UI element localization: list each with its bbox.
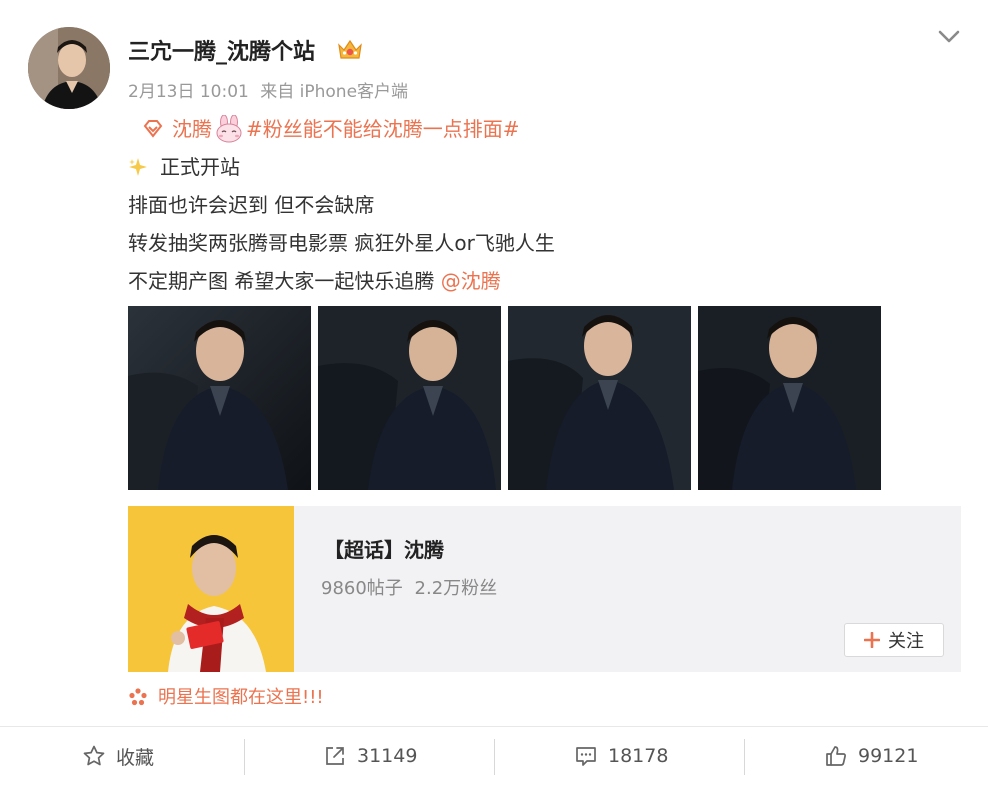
- chevron-down-icon[interactable]: [936, 26, 962, 46]
- photo-thumbnail-1[interactable]: [128, 306, 311, 490]
- super-topic-thumbnail: [128, 506, 294, 672]
- photo-thumbnail-4[interactable]: [698, 306, 881, 490]
- favorite-label: 收藏: [116, 746, 155, 769]
- repost-icon: [326, 747, 344, 765]
- comment-button[interactable]: 18178: [574, 727, 668, 785]
- flower-icon: [129, 688, 147, 706]
- photo-thumbnail-3[interactable]: [508, 306, 691, 490]
- thumbs-up-icon: [826, 746, 846, 766]
- post-line-2: 排面也许会迟到 但不会缺席: [128, 186, 958, 224]
- star-photos-link[interactable]: 明星生图都在这里!!!: [128, 683, 324, 709]
- action-bar: 收藏 31149 18178 99121: [0, 727, 988, 785]
- super-topic-diamond-icon: [143, 119, 163, 138]
- plus-icon: [864, 632, 880, 648]
- post-source: 来自 iPhone客户端: [260, 82, 409, 102]
- repost-button[interactable]: 31149: [323, 727, 417, 785]
- topic-link[interactable]: 沈腾: [172, 117, 212, 141]
- post-line-4: 不定期产图 希望大家一起快乐追腾 @沈腾: [128, 262, 958, 300]
- repost-count: 31149: [357, 745, 418, 767]
- post-text-line-4: 不定期产图 希望大家一起快乐追腾: [128, 269, 441, 293]
- post-text-line-3: 转发抽奖两张腾哥电影票 疯狂外星人or飞驰人生: [128, 231, 555, 255]
- topic-hashtag[interactable]: #粉丝能不能给沈腾一点排面#: [246, 117, 520, 141]
- post-line-1: 正式开站: [128, 148, 958, 186]
- action-separator: [244, 739, 245, 775]
- sparkle-icon: [129, 157, 147, 176]
- follow-label: 关注: [888, 631, 924, 652]
- username[interactable]: 三宂一腾_沈腾个站: [128, 34, 315, 66]
- vip-crown-icon[interactable]: [336, 36, 364, 64]
- like-button[interactable]: 99121: [824, 727, 918, 785]
- star-photos-text: 明星生图都在这里!!!: [158, 687, 324, 708]
- super-topic-card[interactable]: 【超话】沈腾 9860帖子 2.2万粉丝 关注: [128, 506, 961, 672]
- avatar[interactable]: [28, 27, 110, 109]
- topic-line: 沈腾 #粉丝能不能给沈腾一点排面#: [128, 110, 958, 148]
- photo-grid: [128, 306, 888, 490]
- post-date[interactable]: 2月13日 10:01: [128, 82, 249, 102]
- star-outline-icon: [83, 745, 105, 766]
- action-separator: [744, 739, 745, 775]
- bunny-emoji-icon: [216, 114, 242, 142]
- post-line-3: 转发抽奖两张腾哥电影票 疯狂外星人or飞驰人生: [128, 224, 958, 262]
- comment-count: 18178: [608, 745, 669, 767]
- super-topic-stats: 9860帖子 2.2万粉丝: [321, 574, 497, 600]
- super-topic-title[interactable]: 【超话】沈腾: [324, 534, 444, 563]
- follow-button[interactable]: 关注: [844, 623, 944, 657]
- comment-icon: [576, 747, 596, 766]
- like-count: 99121: [858, 745, 919, 767]
- action-separator: [494, 739, 495, 775]
- super-topic-posts: 9860帖子: [321, 578, 403, 599]
- super-topic-fans: 2.2万粉丝: [414, 578, 498, 599]
- post-text-line-2: 排面也许会迟到 但不会缺席: [128, 193, 375, 217]
- post-content: 沈腾 #粉丝能不能给沈腾一点排面# 正式开站 排面也许会迟到 但不会缺席 转发抽…: [128, 110, 958, 300]
- photo-thumbnail-2[interactable]: [318, 306, 501, 490]
- favorite-button[interactable]: 收藏: [82, 727, 154, 785]
- post-text-line-1: 正式开站: [160, 155, 240, 179]
- mention-link[interactable]: @沈腾: [441, 269, 501, 293]
- post-meta: 2月13日 10:01 来自 iPhone客户端: [128, 77, 408, 102]
